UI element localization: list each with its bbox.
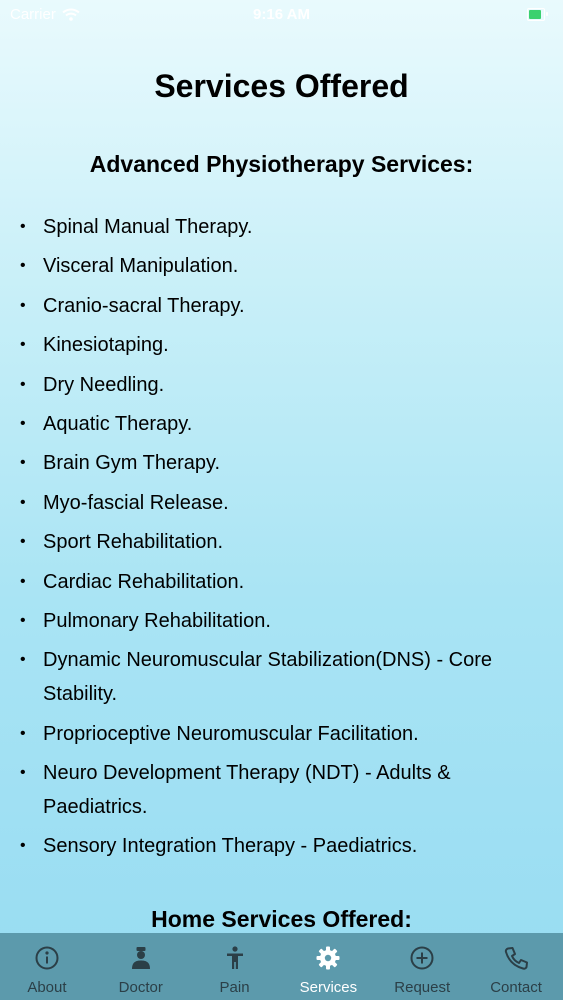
- tab-label: Doctor: [118, 979, 163, 996]
- plus-circle-icon: [410, 946, 434, 970]
- doctor-icon: [131, 947, 150, 969]
- battery-level: [529, 10, 541, 19]
- tab-pain[interactable]: Pain: [188, 933, 282, 1000]
- info-icon: [35, 946, 59, 970]
- list-item: Dry Needling.: [20, 368, 533, 402]
- tab-label: Pain: [219, 979, 250, 996]
- list-item: Brain Gym Therapy.: [20, 446, 533, 480]
- list-item: Kinesiotaping.: [20, 328, 533, 362]
- status-right: [527, 8, 548, 21]
- tab-services[interactable]: Services: [281, 933, 375, 1000]
- tab-label: Services: [299, 979, 358, 996]
- gear-icon: [316, 946, 340, 970]
- tab-label: Request: [394, 979, 451, 996]
- tab-doctor[interactable]: Doctor: [94, 933, 188, 1000]
- status-time: 9:16 AM: [253, 6, 310, 23]
- tab-label: About: [27, 979, 67, 996]
- page-title: Services Offered: [154, 68, 409, 104]
- advanced-services-heading: Advanced Physiotherapy Services:: [89, 151, 474, 177]
- tab-bar: About Doctor Pain Services Request Conta…: [0, 933, 563, 1000]
- list-item: Pulmonary Rehabilitation.: [20, 604, 533, 638]
- status-bar: Carrier 9:16 AM: [0, 0, 563, 30]
- list-item: Visceral Manipulation.: [20, 249, 533, 283]
- home-services-heading: Home Services Offered:: [151, 906, 412, 932]
- tab-about[interactable]: About: [0, 933, 94, 1000]
- list-item: Proprioceptive Neuromuscular Facilitatio…: [20, 717, 533, 751]
- list-item: Cranio-sacral Therapy.: [20, 289, 533, 323]
- list-item: Neuro Development Therapy (NDT) - Adults…: [20, 756, 533, 824]
- list-item: Spinal Manual Therapy.: [20, 210, 533, 244]
- list-item: Sensory Integration Therapy - Paediatric…: [20, 829, 533, 863]
- tab-label: Contact: [490, 979, 542, 996]
- list-item: Dynamic Neuromuscular Stabilization(DNS)…: [20, 643, 533, 711]
- phone-icon: [504, 947, 529, 970]
- person-icon: [226, 946, 243, 969]
- list-item: Sport Rehabilitation.: [20, 525, 533, 559]
- list-item: Cardiac Rehabilitation.: [20, 565, 533, 599]
- tab-contact[interactable]: Contact: [469, 933, 563, 1000]
- tab-request[interactable]: Request: [375, 933, 469, 1000]
- battery-icon: [527, 8, 548, 21]
- advanced-services-list: Spinal Manual Therapy. Visceral Manipula…: [20, 210, 533, 869]
- list-item: Aquatic Therapy.: [20, 407, 533, 441]
- list-item: Myo-fascial Release.: [20, 486, 533, 520]
